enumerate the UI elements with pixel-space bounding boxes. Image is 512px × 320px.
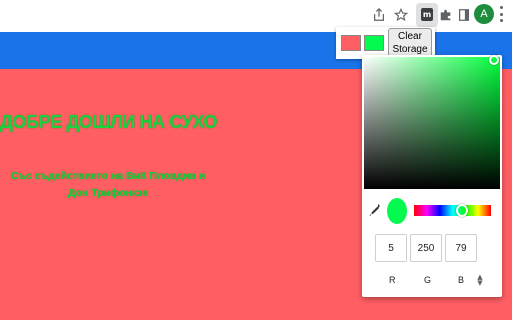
menu-kebab-icon[interactable] [498,6,504,22]
hue-slider[interactable] [414,205,491,216]
clear-storage-label-1: Clear [398,31,422,42]
selected-color-preview [387,198,407,224]
eyedropper-icon[interactable] [369,203,381,217]
side-panel-icon-glyph [459,9,469,21]
color-swatch-2[interactable] [364,35,384,51]
blue-input[interactable] [445,234,477,262]
saturation-handle[interactable] [489,55,499,65]
extension-m-icon[interactable]: m [421,8,433,21]
color-swatch-1[interactable] [341,35,361,51]
hue-slider-handle[interactable] [456,204,468,217]
eyedropper-icon-glyph [369,204,380,216]
page-subtitle: Със съдействието на ВиК Пловдив и Дон Тр… [0,168,216,202]
avatar[interactable]: A [474,4,494,24]
star-icon [394,8,408,22]
clear-storage-button[interactable]: Clear Storage [388,28,432,58]
side-panel-icon[interactable] [453,4,475,26]
bookmark-star-icon[interactable] [390,4,412,26]
green-label: G [424,275,432,285]
format-toggle-icon[interactable]: ▲ ▼ [476,274,484,287]
browser-toolbar: m A [0,0,512,32]
page-title: ДОБРЕ ДОШЛИ НА СУХО [0,112,218,132]
green-input[interactable] [410,234,442,262]
share-icon-glyph [374,8,384,21]
page-subtitle-line-1: Със съдействието на ВиК Пловдив и [10,170,206,182]
puzzle-icon-glyph [440,9,451,21]
share-icon[interactable] [368,4,390,26]
red-input[interactable] [375,234,407,262]
page-subtitle-line-2: Дон Трифонкзе [67,187,149,199]
saturation-area[interactable] [364,57,500,189]
red-label: R [389,275,396,285]
blue-label: B [458,275,465,285]
